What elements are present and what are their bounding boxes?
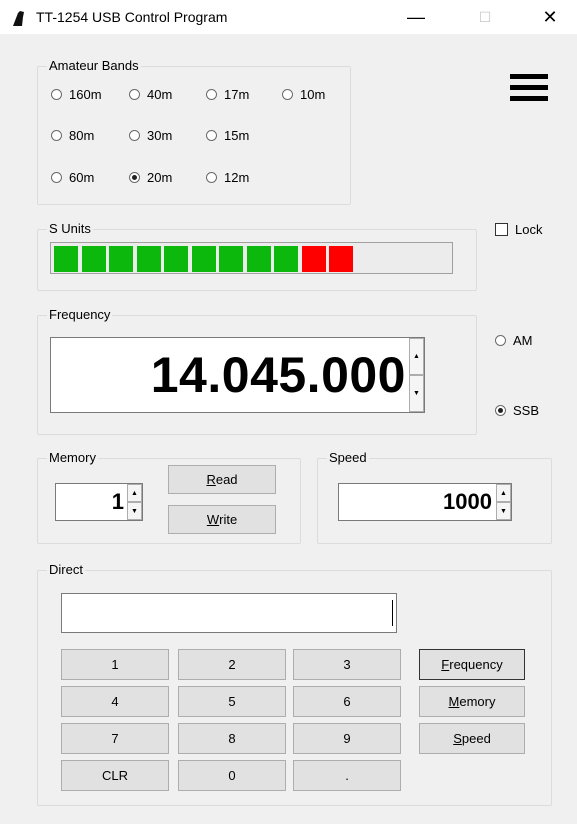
keypad-button-8[interactable]: 8 <box>178 723 286 754</box>
frequency-down-arrow-icon[interactable]: ▼ <box>409 375 424 412</box>
frequency-legend: Frequency <box>47 307 113 322</box>
memory-legend: Memory <box>47 450 98 465</box>
read-button[interactable]: Read <box>168 465 276 494</box>
frequency-up-arrow-icon[interactable]: ▲ <box>409 338 424 375</box>
band-radio-12m[interactable]: 12m <box>206 170 249 185</box>
window-title: TT-1254 USB Control Program <box>36 9 228 25</box>
s-meter-segment <box>274 246 298 272</box>
lock-label: Lock <box>515 222 543 237</box>
close-button[interactable]: ✕ <box>527 0 573 34</box>
radio-circle <box>51 89 62 100</box>
speed-down-arrow-icon[interactable]: ▼ <box>496 502 511 520</box>
radio-circle <box>129 130 140 141</box>
radio-circle <box>51 172 62 183</box>
direct-speed-button[interactable]: Speed <box>419 723 525 754</box>
keypad-button-4[interactable]: 4 <box>61 686 169 717</box>
radio-circle <box>129 89 140 100</box>
keypad-button-3[interactable]: 3 <box>293 649 401 680</box>
s-meter-segment <box>329 246 353 272</box>
minimize-button[interactable]: — <box>393 0 439 34</box>
s-meter-segment <box>136 246 161 272</box>
band-radio-17m[interactable]: 17m <box>206 87 249 102</box>
frequency-spinbox[interactable]: 14.045.000 ▲ ▼ <box>50 337 425 413</box>
keypad-button-7[interactable]: 7 <box>61 723 169 754</box>
maximize-button: ☐ <box>462 0 508 34</box>
direct-memory-button[interactable]: Memory <box>419 686 525 717</box>
band-radio-160m[interactable]: 160m <box>51 87 102 102</box>
text-caret <box>392 600 393 626</box>
keypad-button-0[interactable]: 0 <box>178 760 286 791</box>
speed-spinbox[interactable]: 1000 ▲ ▼ <box>338 483 512 521</box>
keypad-button-1[interactable]: 1 <box>61 649 169 680</box>
band-radio-60m[interactable]: 60m <box>51 170 94 185</box>
band-radio-30m[interactable]: 30m <box>129 128 172 143</box>
s-meter-segment <box>109 246 133 272</box>
s-meter-segment <box>191 246 216 272</box>
band-radio-20m[interactable]: 20m <box>129 170 172 185</box>
radio-circle <box>206 89 217 100</box>
radio-circle <box>282 89 293 100</box>
radio-circle <box>51 130 62 141</box>
speed-value: 1000 <box>443 489 492 514</box>
mode-radio-ssb[interactable]: SSB <box>495 403 539 418</box>
memory-spin-buttons: ▲ ▼ <box>127 484 142 520</box>
s-meter-segment <box>219 246 243 272</box>
close-icon: ✕ <box>542 6 558 27</box>
radio-circle <box>495 335 506 346</box>
title-bar: TT-1254 USB Control Program — ☐ ✕ <box>0 0 577 34</box>
frequency-value: 14.045.000 <box>150 347 406 403</box>
s-meter-segment <box>81 246 106 272</box>
memory-value: 1 <box>111 489 124 514</box>
mode-radio-am[interactable]: AM <box>495 333 533 348</box>
keypad-button-6[interactable]: 6 <box>293 686 401 717</box>
lock-checkbox[interactable]: Lock <box>495 222 542 237</box>
speed-spin-buttons: ▲ ▼ <box>496 484 511 520</box>
frequency-spin-buttons: ▲ ▼ <box>409 338 424 412</box>
radio-circle-selected <box>495 405 506 416</box>
maximize-icon: ☐ <box>478 8 492 25</box>
speed-legend: Speed <box>327 450 369 465</box>
band-radio-10m[interactable]: 10m <box>282 87 325 102</box>
s-meter-segment <box>54 246 78 272</box>
keypad-button-5[interactable]: 5 <box>178 686 286 717</box>
hamburger-menu-icon[interactable] <box>508 70 550 104</box>
minimize-icon: — <box>407 6 425 27</box>
radio-circle-selected <box>129 172 140 183</box>
memory-spinbox[interactable]: 1 ▲ ▼ <box>55 483 143 521</box>
s-meter-segment <box>164 246 188 272</box>
keypad-button-dot[interactable]: . <box>293 760 401 791</box>
app-icon <box>13 11 24 26</box>
keypad-button-clr[interactable]: CLR <box>61 760 169 791</box>
keypad-button-9[interactable]: 9 <box>293 723 401 754</box>
keypad-button-2[interactable]: 2 <box>178 649 286 680</box>
s-meter-segment <box>246 246 271 272</box>
radio-circle <box>206 172 217 183</box>
memory-down-arrow-icon[interactable]: ▼ <box>127 502 142 520</box>
speed-up-arrow-icon[interactable]: ▲ <box>496 484 511 502</box>
band-radio-15m[interactable]: 15m <box>206 128 249 143</box>
radio-circle <box>206 130 217 141</box>
direct-input[interactable] <box>61 593 397 633</box>
amateur-bands-legend: Amateur Bands <box>47 58 141 73</box>
direct-legend: Direct <box>47 562 85 577</box>
memory-up-arrow-icon[interactable]: ▲ <box>127 484 142 502</box>
band-radio-80m[interactable]: 80m <box>51 128 94 143</box>
direct-frequency-button[interactable]: Frequency <box>419 649 525 680</box>
write-button[interactable]: Write <box>168 505 276 534</box>
s-meter-bar <box>50 242 453 274</box>
s-meter-segment <box>301 246 326 272</box>
band-radio-40m[interactable]: 40m <box>129 87 172 102</box>
s-units-legend: S Units <box>47 221 93 236</box>
checkbox-box <box>495 223 508 236</box>
